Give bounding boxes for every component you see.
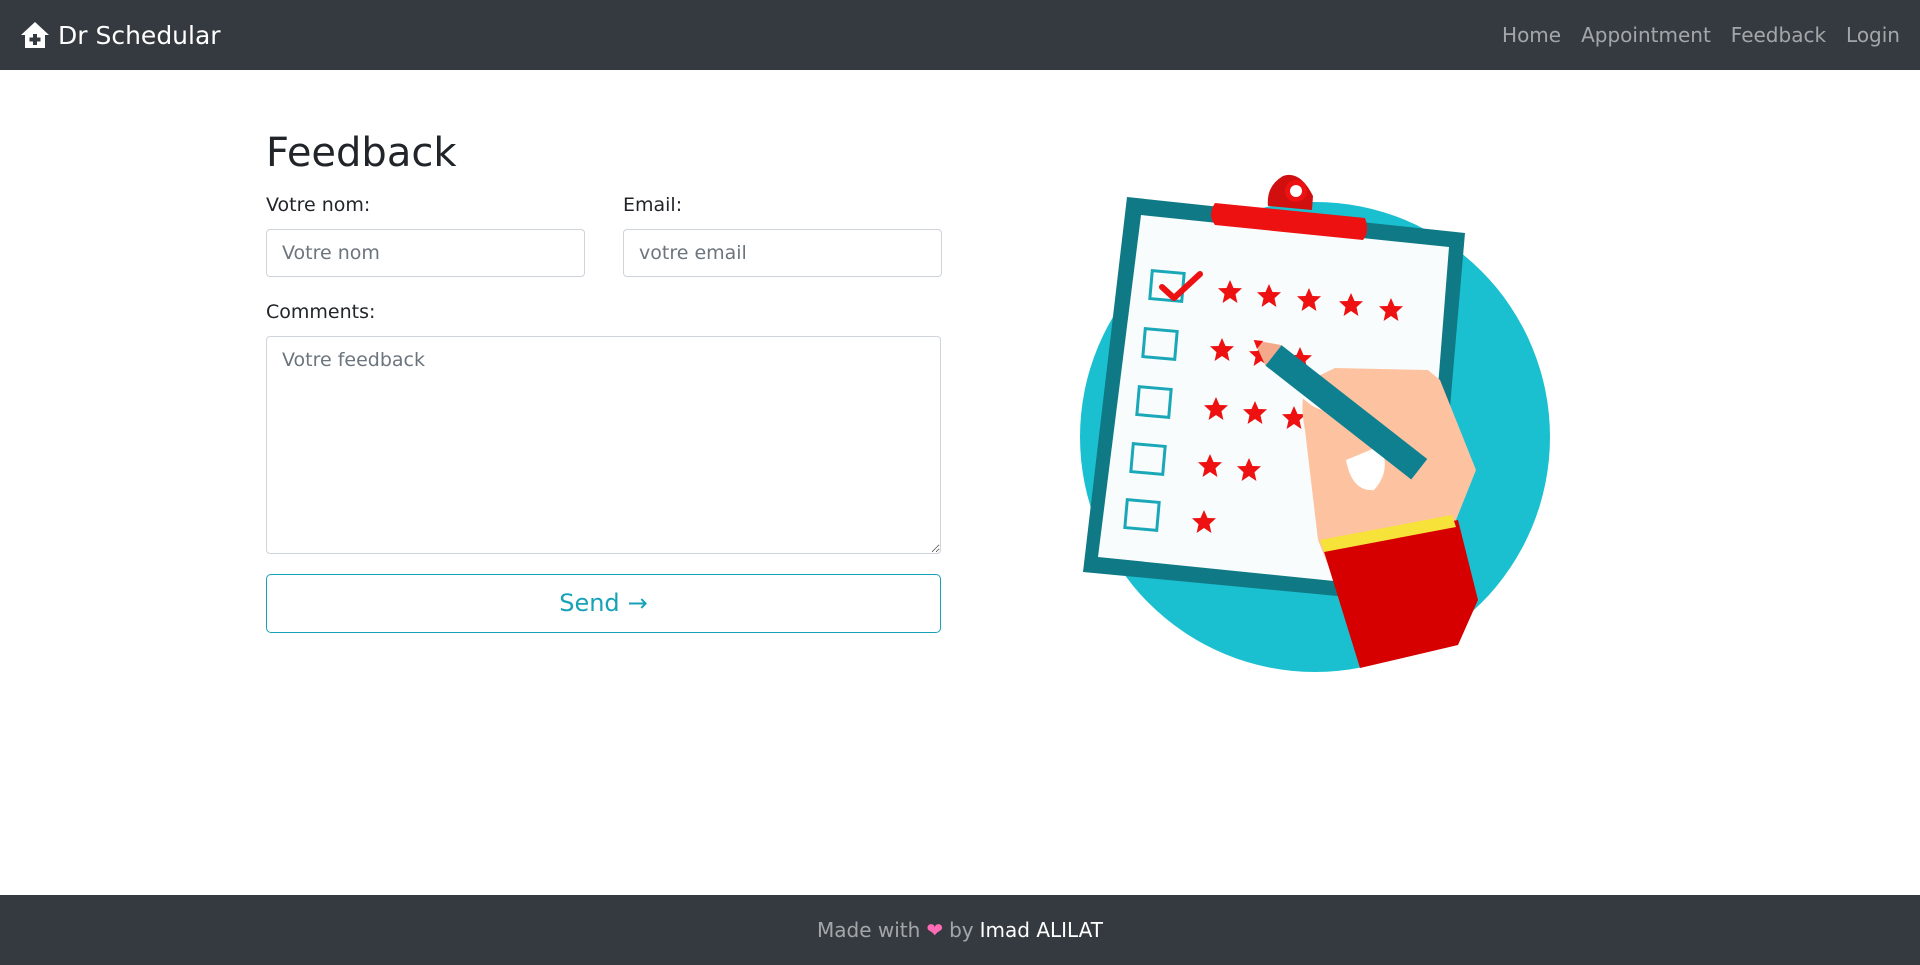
navbar: Dr Schedular Home Appointment Feedback L…	[0, 0, 1920, 70]
feedback-illustration	[1075, 170, 1555, 684]
brand-name: Dr Schedular	[58, 20, 221, 50]
name-input[interactable]	[266, 228, 585, 277]
email-input[interactable]	[623, 228, 942, 277]
feedback-form: Feedback Votre nom: Email: Comments: Sen…	[266, 130, 942, 633]
comments-label: Comments:	[266, 300, 376, 323]
nav-links: Home Appointment Feedback Login	[1502, 23, 1900, 47]
email-group: Email:	[623, 194, 942, 277]
send-label: Send	[559, 589, 620, 618]
nav-home[interactable]: Home	[1502, 23, 1561, 47]
footer-by: by	[949, 918, 974, 942]
name-email-row: Votre nom: Email:	[266, 194, 942, 277]
nav-appointment[interactable]: Appointment	[1581, 23, 1711, 47]
nav-login[interactable]: Login	[1846, 23, 1900, 47]
email-label: Email:	[623, 194, 683, 216]
name-label: Votre nom:	[266, 194, 371, 216]
author-link[interactable]: Imad ALILAT	[980, 918, 1103, 942]
house-medical-icon	[20, 21, 50, 49]
footer-prefix: Made with	[817, 918, 921, 942]
heart-icon: ❤	[926, 918, 944, 942]
comments-textarea[interactable]	[266, 335, 941, 554]
footer: Made with ❤ by Imad ALILAT	[0, 895, 1920, 965]
arrow-right-icon: →	[627, 589, 648, 618]
name-group: Votre nom:	[266, 194, 585, 277]
brand-link[interactable]: Dr Schedular	[20, 21, 221, 50]
page-title: Feedback	[266, 130, 457, 176]
comments-group: Comments:	[266, 301, 941, 554]
nav-feedback[interactable]: Feedback	[1731, 23, 1826, 47]
send-button[interactable]: Send →	[266, 573, 941, 633]
